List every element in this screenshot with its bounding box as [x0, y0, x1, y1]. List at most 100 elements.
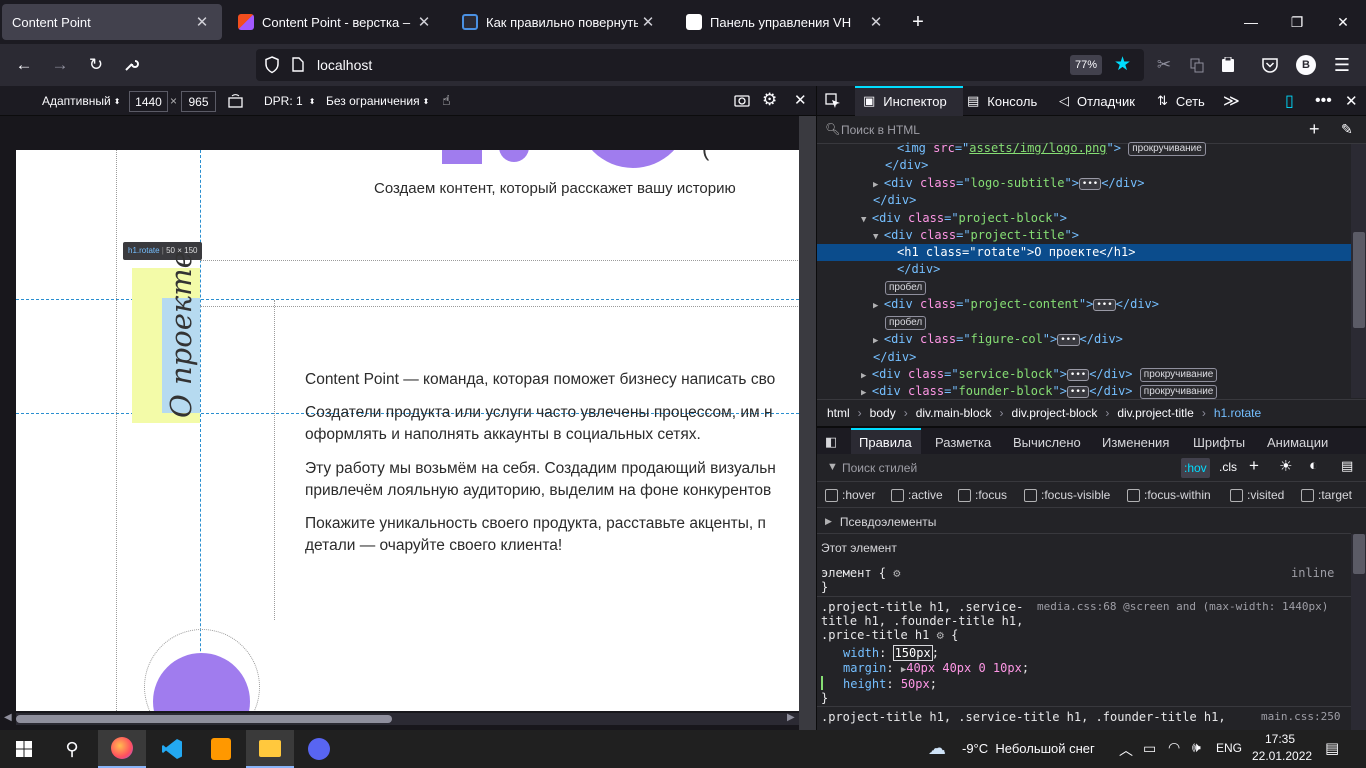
pseudo-hover-checkbox[interactable]: :hover	[825, 483, 875, 507]
language-indicator[interactable]: ENG	[1216, 741, 1242, 755]
close-icon[interactable]: ✕	[192, 13, 212, 31]
rule1-prop-margin[interactable]: margin: ▶40px 40px 0 10px;	[843, 661, 1029, 677]
battery-icon[interactable]: ▭	[1143, 740, 1156, 757]
clipboard-icon[interactable]	[1214, 51, 1242, 79]
menu-icon[interactable]: ☰	[1328, 51, 1356, 79]
tab-layout[interactable]: Разметка	[935, 428, 991, 456]
close-devtools-icon[interactable]: ✕	[1345, 86, 1358, 116]
windows-start-icon[interactable]	[0, 730, 48, 768]
shield-icon[interactable]	[264, 56, 280, 77]
url-text[interactable]: localhost	[317, 57, 372, 73]
back-icon[interactable]: ←	[10, 51, 38, 79]
tab-content-point[interactable]: Content Point ✕	[2, 4, 222, 40]
scroll-right-icon[interactable]: ▶	[787, 712, 795, 723]
reload-icon[interactable]: ↻	[82, 51, 110, 79]
notifications-icon[interactable]: ▤	[1325, 739, 1339, 757]
tab-network[interactable]: ⇅ Сеть	[1157, 86, 1205, 116]
horizontal-scrollbar[interactable]	[16, 713, 799, 725]
search-icon[interactable]: ⚲	[48, 730, 96, 768]
dark-theme-icon[interactable]: ◐	[1309, 457, 1318, 474]
pseudo-focus-visible-checkbox[interactable]: :focus-visible	[1024, 483, 1110, 507]
wrench-icon[interactable]	[117, 51, 145, 79]
tab-console[interactable]: ▤ Консоль	[967, 86, 1037, 116]
clock-time[interactable]: 17:35	[1265, 732, 1295, 746]
breadcrumb-project-block[interactable]: div.project-block	[1012, 406, 1098, 420]
device-select[interactable]: Адаптивный ⬍	[42, 91, 120, 111]
close-icon[interactable]: ✕	[866, 13, 886, 31]
maximize-button[interactable]: ❐	[1274, 8, 1320, 36]
screenshot-icon[interactable]	[734, 93, 750, 110]
pseudo-focus-within-checkbox[interactable]: :focus-within	[1127, 483, 1211, 507]
rule1-prop-width[interactable]: width: 150px;	[843, 645, 939, 661]
html-search-input[interactable]: Поиск в HTML	[841, 123, 920, 137]
account-avatar[interactable]: B	[1292, 51, 1320, 79]
wifi-icon[interactable]: ◠	[1168, 739, 1180, 756]
pseudo-visited-checkbox[interactable]: :visited	[1230, 483, 1284, 507]
tab-debugger[interactable]: ◁ Отладчик	[1059, 86, 1135, 116]
weather-cloud-icon[interactable]: ☁	[928, 738, 946, 759]
rules-view[interactable]: элемент { ⚙ inline } .project-title h1, …	[817, 564, 1351, 730]
page-viewport[interactable]: ( Создаем контент, который расскажет ваш…	[16, 150, 799, 711]
close-rdm-icon[interactable]: ✕	[794, 91, 807, 109]
volume-icon[interactable]: 🕪︎	[1192, 739, 1201, 756]
viewport-height-input[interactable]: 965	[181, 91, 216, 112]
print-media-icon[interactable]: ▤	[1341, 458, 1353, 474]
minimize-button[interactable]: —	[1228, 8, 1274, 36]
zoom-level[interactable]: 77%	[1070, 55, 1103, 75]
viewport-width-input[interactable]: 1440	[129, 91, 168, 112]
pseudo-active-checkbox[interactable]: :active	[891, 483, 943, 507]
breadcrumb-project-title[interactable]: div.project-title	[1117, 406, 1193, 420]
copy-icon[interactable]	[1183, 51, 1211, 79]
markup-scrollbar[interactable]	[1351, 144, 1366, 398]
vscode-taskbar-icon[interactable]	[148, 730, 196, 768]
rule1-prop-height[interactable]: height: 50px;	[843, 677, 937, 691]
breadcrumb-html[interactable]: html	[827, 406, 850, 420]
sublime-taskbar-icon[interactable]	[197, 730, 245, 768]
tab-inspector[interactable]: ▣ Инспектор	[863, 86, 947, 116]
clock-date[interactable]: 22.01.2022	[1252, 749, 1312, 763]
pocket-icon[interactable]	[1256, 51, 1284, 79]
discord-taskbar-icon[interactable]	[295, 730, 343, 768]
pseudo-elements-section[interactable]: ▶ Псевдоэлементы	[817, 510, 1351, 534]
forward-icon[interactable]: →	[46, 51, 74, 79]
tray-chevron-icon[interactable]: ︿	[1119, 740, 1133, 760]
scrollbar-thumb[interactable]	[1353, 534, 1365, 574]
breadcrumb-main-block[interactable]: div.main-block	[916, 406, 992, 420]
scissors-icon[interactable]: ✂	[1150, 51, 1178, 79]
breadcrumb-h1-rotate[interactable]: h1.rotate	[1214, 406, 1261, 420]
add-rule-icon[interactable]: +	[1249, 456, 1259, 476]
hov-toggle[interactable]: :hov	[1181, 458, 1210, 478]
tab-changes[interactable]: Изменения	[1102, 428, 1169, 456]
rules-scrollbar[interactable]	[1351, 534, 1366, 730]
bookmark-star-icon[interactable]: ★	[1114, 53, 1131, 76]
cls-toggle[interactable]: .cls	[1219, 460, 1237, 474]
split-panel-icon[interactable]: ◧	[825, 428, 837, 456]
rdm-toggle-icon[interactable]: ▯	[1285, 86, 1294, 116]
add-node-icon[interactable]: +	[1309, 119, 1320, 140]
tab-figma[interactable]: Content Point - верстка – Figm ✕	[228, 4, 444, 40]
dpr-select[interactable]: DPR: 1 ⬍	[264, 91, 315, 111]
throttle-select[interactable]: Без ограничения ⬍	[326, 91, 429, 111]
more-options-icon[interactable]: •••	[1315, 86, 1332, 116]
url-bar[interactable]: localhost 77% ★	[256, 49, 1144, 81]
firefox-taskbar-icon[interactable]	[98, 730, 146, 768]
scroll-left-icon[interactable]: ◀	[4, 712, 12, 723]
scrollbar-thumb[interactable]	[1353, 232, 1365, 328]
pseudo-focus-checkbox[interactable]: :focus	[958, 483, 1007, 507]
close-icon[interactable]: ✕	[414, 13, 434, 31]
file-explorer-taskbar-icon[interactable]	[246, 730, 294, 768]
close-icon[interactable]: ✕	[638, 13, 658, 31]
element-picker-icon[interactable]	[825, 86, 841, 116]
scrollbar-thumb[interactable]	[16, 715, 392, 723]
tab-fonts[interactable]: Шрифты	[1193, 428, 1245, 456]
rule1-source[interactable]: media.css:68 @screen and (max-width: 144…	[1037, 600, 1328, 614]
eyedropper-icon[interactable]: ✎	[1341, 121, 1353, 138]
styles-filter-input[interactable]: Поиск стилей	[842, 461, 917, 475]
vertical-scrollbar[interactable]	[799, 116, 816, 730]
weather-text[interactable]: -9°C Небольшой снег	[962, 741, 1095, 756]
rotate-viewport-icon[interactable]	[228, 93, 243, 111]
tab-computed[interactable]: Вычислено	[1013, 428, 1081, 456]
rule2-source[interactable]: main.css:250	[1261, 710, 1340, 724]
breadcrumb-body[interactable]: body	[870, 406, 896, 420]
more-tabs-icon[interactable]: ≫	[1223, 86, 1240, 116]
